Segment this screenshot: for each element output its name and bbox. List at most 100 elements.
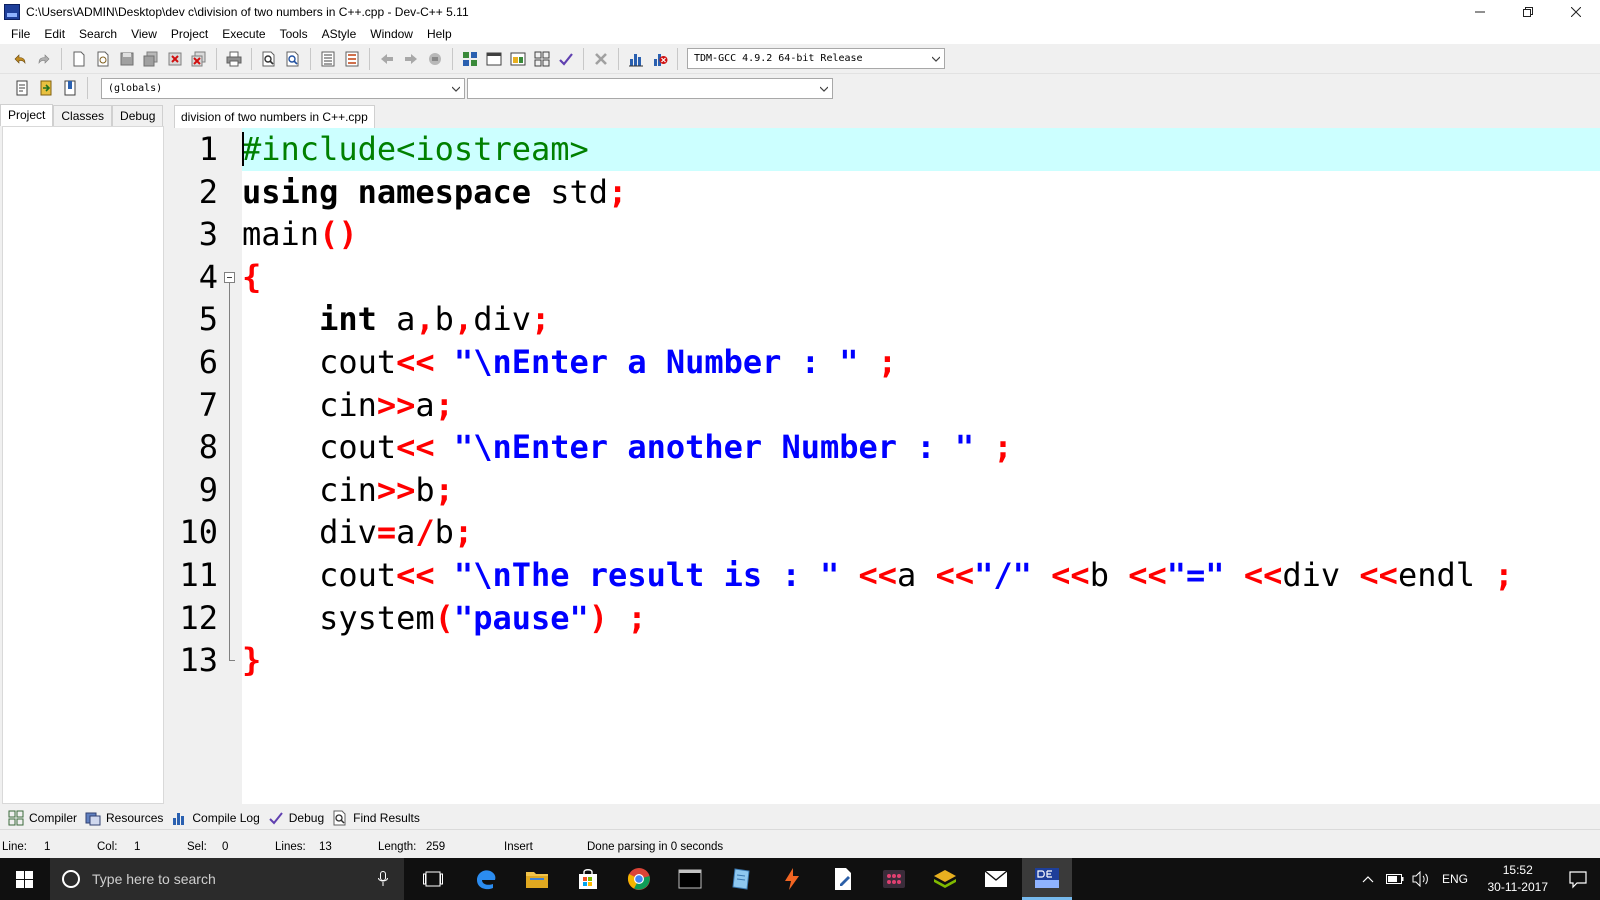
- compiler-select[interactable]: TDM-GCC 4.9.2 64-bit Release: [687, 48, 945, 69]
- save-button[interactable]: [116, 48, 138, 70]
- editor-tab-bar: division of two numbers in C++.cpp: [172, 104, 1600, 128]
- save-all-button[interactable]: [140, 48, 162, 70]
- menu-edit[interactable]: Edit: [37, 24, 72, 44]
- code-line[interactable]: 8 cout<< "\nEnter another Number : " ;: [172, 426, 1600, 469]
- goto-line-button[interactable]: [59, 77, 81, 99]
- code-line[interactable]: 2 using namespace std;: [172, 171, 1600, 214]
- checkmark-icon: [559, 52, 573, 66]
- dev-cpp-app-icon[interactable]: [4, 4, 20, 20]
- profile-button[interactable]: [625, 48, 647, 70]
- tab-debug-messages[interactable]: Debug: [266, 807, 330, 829]
- taskbar-app-terminal[interactable]: [665, 858, 715, 900]
- menu-tools[interactable]: Tools: [273, 24, 315, 44]
- menu-project[interactable]: Project: [164, 24, 215, 44]
- code-token: /: [415, 513, 435, 552]
- code-line[interactable]: 11 cout<< "\nThe result is : " <<a <<"/"…: [172, 554, 1600, 597]
- tab-resources[interactable]: Resources: [83, 807, 169, 829]
- redo-button[interactable]: [33, 48, 55, 70]
- code-line[interactable]: 6 cout<< "\nEnter a Number : " ;: [172, 341, 1600, 384]
- rebuild-button[interactable]: [531, 48, 553, 70]
- fold-toggle-icon[interactable]: [224, 271, 235, 283]
- code-line[interactable]: 12 system("pause") ;: [172, 597, 1600, 640]
- action-center-icon[interactable]: [1568, 869, 1588, 889]
- print-button[interactable]: [223, 48, 245, 70]
- open-file-button[interactable]: [92, 48, 114, 70]
- undo-button[interactable]: [9, 48, 31, 70]
- status-insert-mode: Insert: [504, 841, 533, 853]
- find-button[interactable]: [258, 48, 280, 70]
- code-line[interactable]: 7 cin>>a;: [172, 384, 1600, 427]
- replace-button[interactable]: [282, 48, 304, 70]
- compile-run-button[interactable]: [507, 48, 529, 70]
- goto-next-button[interactable]: [400, 48, 422, 70]
- tab-compiler[interactable]: Compiler: [6, 807, 83, 829]
- taskbar-app-document-editor[interactable]: [818, 858, 868, 900]
- unindent-button[interactable]: [341, 48, 363, 70]
- taskbar-app-dev-cpp[interactable]: [1022, 858, 1072, 900]
- insert-button[interactable]: [11, 77, 33, 99]
- taskbar-app-edge[interactable]: [461, 858, 511, 900]
- taskbar-clock[interactable]: 15:52 30-11-2017: [1488, 862, 1549, 896]
- menu-view[interactable]: View: [124, 24, 164, 44]
- microphone-icon[interactable]: [378, 871, 388, 887]
- bookmark-icon: [429, 52, 441, 65]
- tab-find-results[interactable]: Find Results: [330, 807, 426, 829]
- code-line[interactable]: 3 main(): [172, 213, 1600, 256]
- code-line[interactable]: 13}: [172, 639, 1600, 682]
- code-line[interactable]: 10 div=a/b;: [172, 511, 1600, 554]
- tab-classes[interactable]: Classes: [53, 105, 113, 126]
- scope-select[interactable]: (globals): [101, 77, 465, 99]
- taskbar-app-notepad[interactable]: [716, 858, 766, 900]
- taskbar-app-file-explorer[interactable]: [512, 858, 562, 900]
- code-editor[interactable]: 1 #include<iostream> 2 using namespace std;…: [172, 128, 1600, 804]
- code-line[interactable]: 4{: [172, 256, 1600, 299]
- close-file-button[interactable]: [164, 48, 186, 70]
- menu-file[interactable]: File: [4, 24, 37, 44]
- member-select[interactable]: [467, 77, 833, 99]
- menu-window[interactable]: Window: [363, 24, 420, 44]
- project-tree[interactable]: [2, 126, 164, 804]
- restore-button[interactable]: [1504, 0, 1552, 24]
- toggle-bookmark-button[interactable]: [35, 77, 57, 99]
- close-button[interactable]: [1552, 0, 1600, 24]
- code-token: <<: [858, 556, 898, 594]
- goto-prev-button[interactable]: [376, 48, 398, 70]
- taskbar-app-store[interactable]: [563, 858, 613, 900]
- tab-project[interactable]: Project: [0, 104, 54, 126]
- close-all-button[interactable]: [188, 48, 210, 70]
- code-token: div: [473, 300, 531, 339]
- compiler-select-value: TDM-GCC 4.9.2 64-bit Release: [694, 53, 863, 64]
- new-file-button[interactable]: [68, 48, 90, 70]
- menu-execute[interactable]: Execute: [215, 24, 272, 44]
- syntax-check-button[interactable]: [555, 48, 577, 70]
- task-view-button[interactable]: [408, 858, 458, 900]
- stop-execution-button[interactable]: [590, 48, 612, 70]
- taskbar-app-flash[interactable]: [767, 858, 817, 900]
- delete-profile-button[interactable]: [649, 48, 671, 70]
- bookmark-button[interactable]: [424, 48, 446, 70]
- run-button[interactable]: [483, 48, 505, 70]
- indent-button[interactable]: [317, 48, 339, 70]
- menu-help[interactable]: Help: [420, 24, 459, 44]
- chevron-up-icon[interactable]: [1362, 874, 1374, 884]
- editor-file-tab[interactable]: division of two numbers in C++.cpp: [174, 105, 375, 128]
- taskbar-app-grid[interactable]: [869, 858, 919, 900]
- code-token: (): [319, 215, 358, 254]
- start-button[interactable]: [0, 858, 48, 900]
- taskbar-app-layers[interactable]: [920, 858, 970, 900]
- volume-icon[interactable]: [1412, 871, 1430, 887]
- menu-search[interactable]: Search: [72, 24, 124, 44]
- tab-debug[interactable]: Debug: [112, 105, 164, 126]
- battery-icon[interactable]: [1386, 873, 1404, 885]
- menu-astyle[interactable]: AStyle: [315, 24, 364, 44]
- tab-compile-log[interactable]: Compile Log: [169, 807, 265, 829]
- language-indicator[interactable]: ENG: [1442, 872, 1468, 886]
- code-line[interactable]: 1 #include<iostream>: [172, 128, 1600, 171]
- taskbar-search[interactable]: Type here to search: [50, 858, 404, 900]
- compile-button[interactable]: [459, 48, 481, 70]
- taskbar-app-chrome[interactable]: [614, 858, 664, 900]
- taskbar-app-mail[interactable]: [971, 858, 1021, 900]
- minimize-button[interactable]: [1456, 0, 1504, 24]
- code-line[interactable]: 9 cin>>b;: [172, 469, 1600, 512]
- code-line[interactable]: 5 int a,b,div;: [172, 298, 1600, 341]
